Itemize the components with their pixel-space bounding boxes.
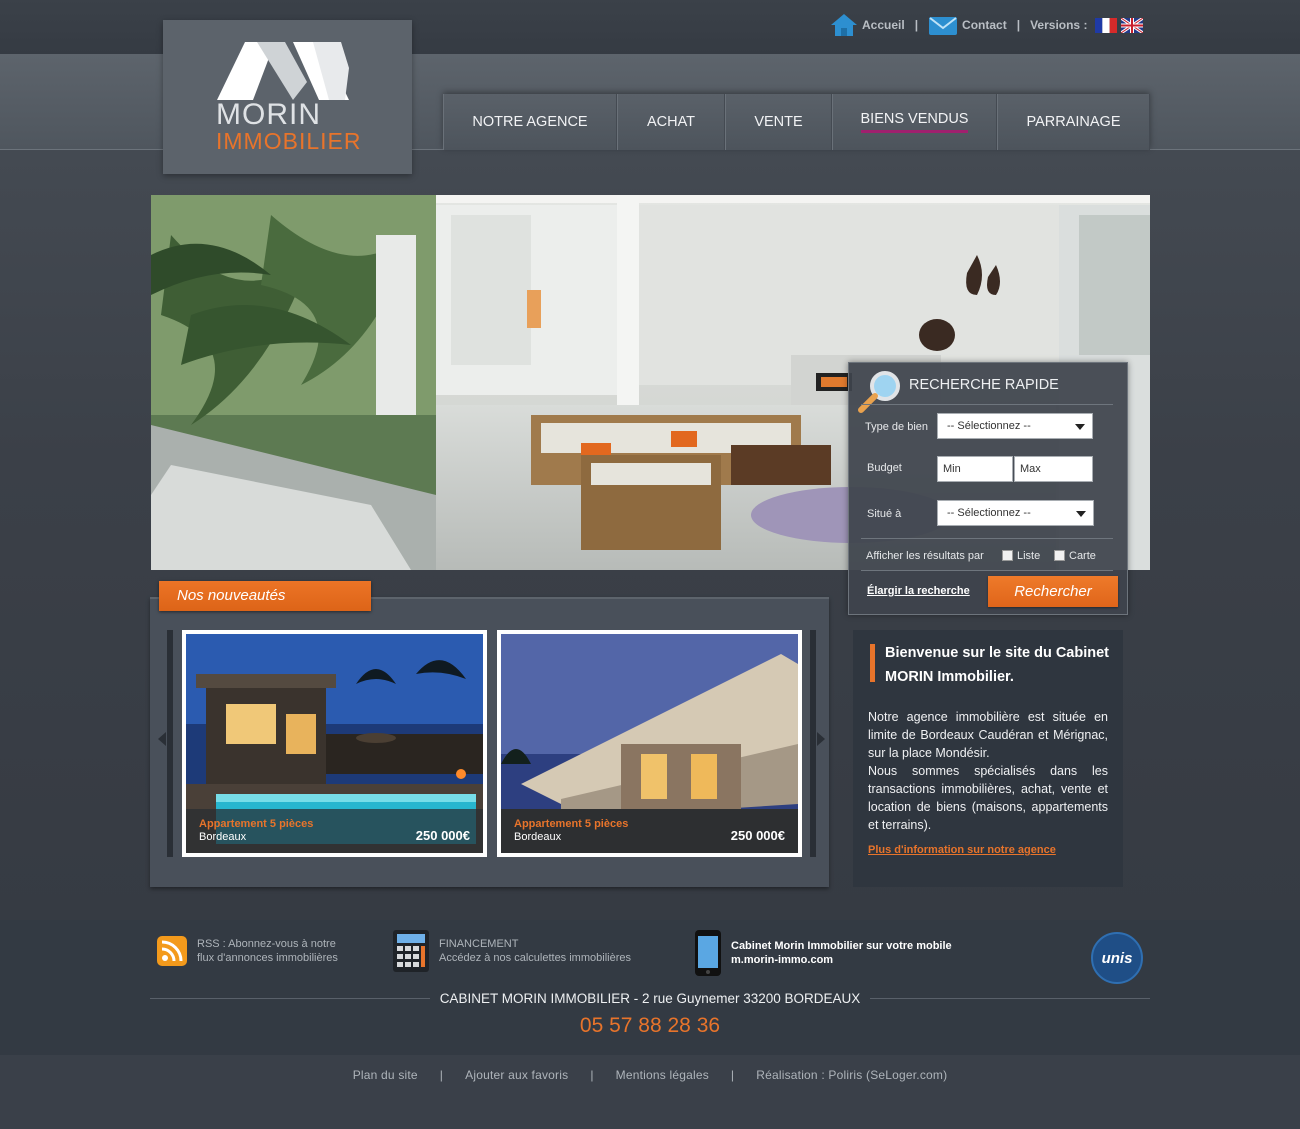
property-card[interactable]: Appartement 5 pièces Bordeaux 250 000€	[497, 630, 802, 857]
dropdown-arrow-icon	[1076, 511, 1086, 517]
property-card[interactable]: Appartement 5 pièces Bordeaux 250 000€	[182, 630, 487, 857]
separator: |	[1016, 18, 1021, 32]
carousel-rail-left	[167, 630, 173, 857]
favorites-link[interactable]: Ajouter aux favoris	[465, 1068, 568, 1082]
rss-block[interactable]: RSS : Abonnez-vous à notre flux d'annonc…	[157, 936, 338, 966]
site-logo[interactable]: MORIN IMMOBILIER	[163, 20, 412, 174]
card-price: 250 000€	[730, 828, 785, 843]
divider	[861, 538, 1113, 539]
credits-link[interactable]: Réalisation : Poliris (SeLoger.com)	[756, 1068, 947, 1082]
logo-text-immobilier: IMMOBILIER	[216, 128, 362, 154]
mobile-line1: Cabinet Morin Immobilier sur votre mobil…	[731, 940, 952, 952]
divider	[861, 570, 1113, 571]
nav-biens-vendus[interactable]: BIENS VENDUS	[832, 94, 997, 150]
footer-address: CABINET MORIN IMMOBILIER - 2 rue Guyneme…	[150, 990, 1150, 1008]
carousel-prev-icon[interactable]	[158, 732, 166, 746]
contact-link-label: Contact	[962, 18, 1007, 32]
nav-vente[interactable]: VENTE	[725, 94, 832, 150]
list-option-label: Liste	[1017, 550, 1041, 562]
smartphone-icon	[695, 930, 721, 976]
welcome-paragraph: Nous sommes spécialisés dans les transac…	[868, 764, 1108, 832]
divider	[861, 404, 1113, 405]
rss-line2: flux d'annonces immobilières	[197, 952, 338, 964]
type-select[interactable]: -- Sélectionnez --	[937, 413, 1093, 439]
contact-link[interactable]: Contact	[928, 14, 1007, 36]
card-price: 250 000€	[415, 828, 470, 843]
card-title: Appartement 5 pièces	[199, 818, 314, 830]
french-flag-icon[interactable]	[1095, 17, 1118, 33]
type-select-value: -- Sélectionnez --	[947, 420, 1031, 432]
card-location: Bordeaux	[514, 831, 562, 843]
accent-bar	[870, 644, 875, 682]
welcome-heading: Bienvenue sur le site du Cabinet MORIN I…	[885, 645, 1109, 685]
rss-icon	[157, 936, 187, 966]
map-checkbox[interactable]	[1054, 550, 1065, 561]
bottom-band	[0, 1055, 1300, 1129]
carousel-rail-right	[810, 630, 816, 857]
welcome-text: Notre agence immobilière est située en l…	[868, 708, 1108, 834]
home-link-label: Accueil	[862, 18, 905, 32]
unis-logo-text: unis	[1101, 949, 1133, 967]
separator: |	[914, 18, 919, 32]
bottom-links: Plan du site | Ajouter aux favoris | Men…	[0, 1068, 1300, 1082]
unis-logo[interactable]: unis	[1091, 932, 1143, 984]
home-link[interactable]: Accueil	[830, 13, 905, 37]
location-label: Situé à	[867, 508, 902, 520]
separator: |	[439, 1068, 444, 1082]
welcome-paragraph: Notre agence immobilière est située en l…	[868, 710, 1108, 760]
footer-address-text: CABINET MORIN IMMOBILIER - 2 rue Guyneme…	[429, 991, 871, 1006]
card-location: Bordeaux	[199, 831, 247, 843]
budget-max-input[interactable]: Max	[1014, 456, 1093, 482]
top-links: Accueil | Contact | Versions :	[830, 10, 1144, 40]
carousel-next-icon[interactable]	[817, 732, 825, 746]
financing-block[interactable]: FINANCEMENT Accédez à nos calculettes im…	[393, 930, 631, 972]
budget-label: Budget	[867, 462, 902, 474]
uk-flag-icon[interactable]	[1121, 17, 1144, 33]
mobile-line2: m.morin-immo.com	[731, 954, 834, 966]
location-select-value: -- Sélectionnez --	[947, 507, 1031, 519]
nav-achat[interactable]: ACHAT	[617, 94, 725, 150]
welcome-box: Bienvenue sur le site du Cabinet MORIN I…	[853, 630, 1123, 887]
financing-line2: Accédez à nos calculettes immobilières	[439, 952, 631, 964]
separator: |	[590, 1068, 594, 1082]
magnifier-icon	[858, 371, 900, 413]
search-button[interactable]: Rechercher	[988, 576, 1118, 607]
financing-line1: FINANCEMENT	[439, 938, 519, 950]
quick-search-panel: RECHERCHE RAPIDE Type de bien -- Sélecti…	[848, 362, 1128, 615]
main-nav: NOTRE AGENCE ACHAT VENTE BIENS VENDUS PA…	[443, 94, 1150, 150]
footer-phone[interactable]: 05 57 88 28 36	[150, 1014, 1150, 1038]
dropdown-arrow-icon	[1075, 424, 1085, 430]
legal-link[interactable]: Mentions légales	[616, 1068, 709, 1082]
widen-search-link[interactable]: Élargir la recherche	[867, 585, 970, 597]
location-select[interactable]: -- Sélectionnez --	[937, 500, 1094, 526]
calculator-icon	[393, 930, 429, 972]
quick-search-title: RECHERCHE RAPIDE	[909, 377, 1059, 393]
home-icon	[831, 14, 857, 36]
type-label: Type de bien	[865, 421, 928, 433]
mobile-block[interactable]: Cabinet Morin Immobilier sur votre mobil…	[695, 930, 952, 976]
rss-line1: RSS : Abonnez-vous à notre	[197, 938, 336, 950]
mail-icon	[929, 17, 958, 35]
sitemap-link[interactable]: Plan du site	[353, 1068, 418, 1082]
nav-notre-agence[interactable]: NOTRE AGENCE	[443, 94, 617, 150]
separator: |	[730, 1068, 735, 1082]
card-title: Appartement 5 pièces	[514, 818, 629, 830]
logo-m-icon	[217, 42, 349, 100]
list-checkbox[interactable]	[1002, 550, 1013, 561]
news-tab: Nos nouveautés	[159, 581, 371, 611]
map-option-label: Carte	[1069, 550, 1096, 562]
versions-label: Versions :	[1030, 18, 1088, 32]
more-info-link[interactable]: Plus d'information sur notre agence	[868, 844, 1056, 856]
logo-text-morin: MORIN	[216, 98, 321, 131]
nav-parrainage[interactable]: PARRAINAGE	[997, 94, 1150, 150]
display-label: Afficher les résultats par	[866, 550, 984, 562]
budget-min-input[interactable]: Min	[937, 456, 1013, 482]
